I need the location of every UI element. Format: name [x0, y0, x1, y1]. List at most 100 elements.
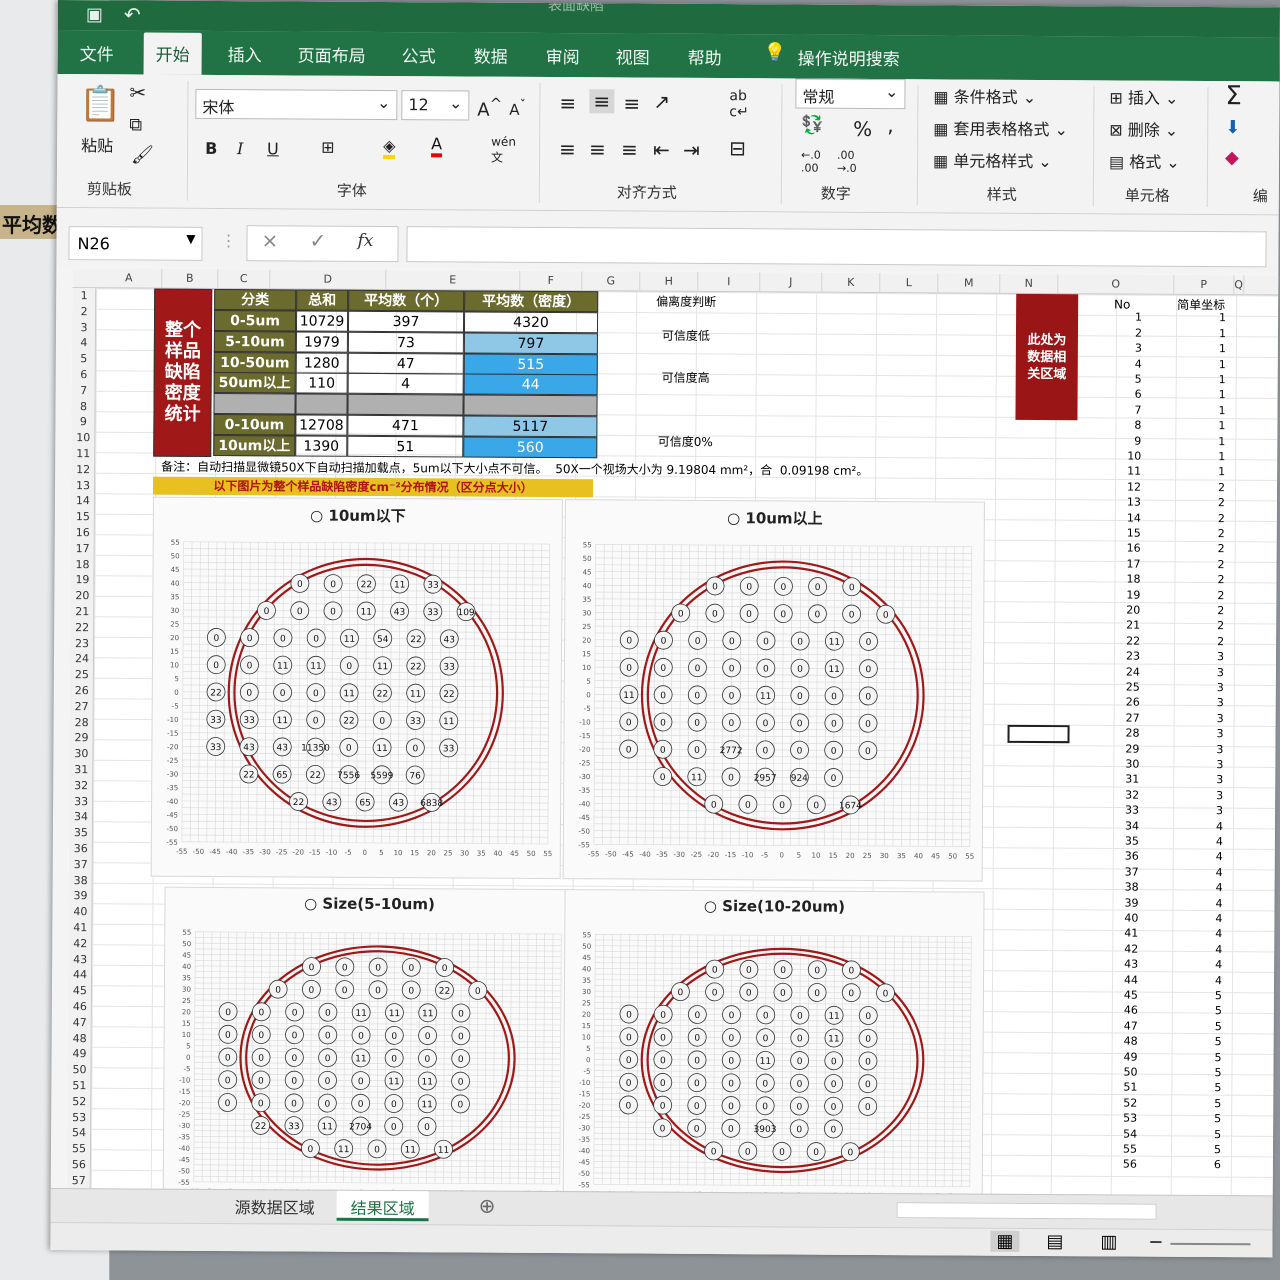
zoom-slider[interactable] [1170, 1242, 1251, 1246]
row-header[interactable]: 29 [69, 730, 93, 745]
column-header-a[interactable]: A [96, 268, 163, 289]
tab-review[interactable]: 审阅 [540, 41, 586, 70]
row-header[interactable]: 13 [71, 478, 95, 493]
row-header[interactable]: 44 [68, 967, 92, 982]
row-header[interactable]: 11 [71, 446, 95, 461]
row-header[interactable]: 19 [70, 572, 94, 587]
row-header[interactable]: 15 [71, 509, 95, 524]
row-header[interactable]: 23 [70, 636, 94, 651]
comma-button[interactable]: , [887, 113, 894, 137]
decrease-indent-icon[interactable]: ⇤ [653, 138, 670, 162]
column-header-q[interactable]: Q [1234, 275, 1245, 296]
row-header[interactable]: 53 [67, 1110, 91, 1125]
format-painter-icon[interactable]: 🖌 [131, 144, 154, 165]
row-header[interactable]: 49 [68, 1046, 92, 1061]
row-header[interactable]: 47 [68, 1015, 92, 1030]
row-header[interactable]: 40 [68, 904, 92, 919]
row-header[interactable]: 17 [71, 541, 95, 556]
cell-styles-button[interactable]: ▦ 单元格样式 ⌄ [933, 147, 1052, 172]
row-header[interactable]: 22 [70, 620, 94, 635]
copy-icon[interactable]: ⧉ [129, 114, 142, 135]
row-header[interactable]: 35 [69, 825, 93, 840]
row-header[interactable]: 39 [68, 888, 92, 903]
row-header[interactable]: 20 [70, 588, 94, 603]
cancel-button[interactable]: × [261, 228, 278, 252]
number-format-select[interactable]: 常规 ⌄ [795, 78, 906, 110]
paste-button[interactable]: 粘贴 [81, 132, 113, 156]
paste-icon[interactable]: 📋 [79, 84, 122, 124]
page-layout-view-icon[interactable]: ▤ [1046, 1231, 1063, 1252]
column-header-h[interactable]: H [640, 271, 699, 292]
tab-page-layout[interactable]: 页面布局 [292, 39, 372, 68]
font-name-select[interactable]: 宋体 ⌄ [195, 88, 398, 121]
bold-button[interactable]: B [205, 139, 217, 158]
row-header[interactable]: 33 [69, 794, 93, 809]
underline-button[interactable]: U [267, 139, 279, 158]
column-header-d[interactable]: D [270, 269, 387, 291]
add-sheet-icon[interactable]: ⊕ [479, 1194, 496, 1218]
tab-insert[interactable]: 插入 [222, 39, 268, 68]
tab-formulas[interactable]: 公式 [396, 40, 442, 69]
row-header[interactable]: 38 [69, 873, 93, 888]
horizontal-scrollbar[interactable] [896, 1202, 1157, 1220]
fill-down-icon[interactable]: ⬇ [1225, 117, 1240, 138]
page-break-view-icon[interactable]: ▥ [1100, 1231, 1117, 1252]
shrink-font-icon[interactable]: Aˇ [509, 97, 526, 119]
row-header[interactable]: 5 [72, 351, 96, 366]
row-header[interactable]: 30 [69, 746, 93, 761]
row-header[interactable]: 41 [68, 920, 92, 935]
row-header[interactable]: 42 [68, 936, 92, 951]
column-header-i[interactable]: I [698, 271, 761, 293]
row-header[interactable]: 3 [72, 320, 96, 335]
row-header[interactable]: 34 [69, 809, 93, 824]
tab-help[interactable]: 帮助 [682, 42, 728, 71]
worksheet-grid[interactable]: ABCDEFGHIJKLMNOPQ 1 2 3 4 5 6 7 8 9 10 11 12 13 14 15 1… [66, 268, 1279, 1196]
column-header-b[interactable]: B [162, 268, 219, 289]
column-header-f[interactable]: F [520, 270, 583, 292]
row-header[interactable]: 55 [67, 1141, 91, 1156]
sheet-tab-result[interactable]: 结果区域 [336, 1190, 429, 1222]
zoom-out-icon[interactable]: − [1148, 1232, 1163, 1253]
column-header-o[interactable]: O [1058, 274, 1175, 295]
conditional-format-button[interactable]: ▦ 条件格式 ⌄ [933, 83, 1036, 108]
align-middle-icon[interactable]: ≡ [589, 89, 615, 114]
row-header[interactable]: 56 [67, 1157, 91, 1172]
fill-color-icon[interactable]: ◈ [383, 135, 396, 160]
insert-function-button[interactable]: fx [357, 231, 373, 251]
format-cells-button[interactable]: ▤ 格式 ⌄ [1109, 148, 1180, 172]
selected-cell-n26[interactable] [1007, 724, 1070, 744]
merge-center-icon[interactable]: ⊟ [729, 136, 746, 160]
phonetic-icon[interactable]: wén 文 [491, 135, 516, 166]
row-header[interactable]: 26 [70, 683, 94, 698]
column-header-g[interactable]: G [582, 271, 641, 292]
save-icon[interactable]: ▣ [86, 4, 103, 25]
formula-input[interactable] [406, 226, 1267, 268]
cell-area[interactable]: 整个样品缺陷密度统计 分类 总和 平均数（个） 平均数（密度） 0-5um 10729 39… [90, 288, 1279, 1196]
percent-button[interactable]: % [853, 117, 872, 141]
accounting-format-icon[interactable]: 💱 [801, 115, 824, 136]
wafer-map-chart[interactable]: ○ 10um以上 -55 -55 -50 -50 -45 -45 -40 -40 -35 -35 -3… [562, 499, 985, 882]
increase-indent-icon[interactable]: ⇥ [683, 138, 700, 162]
row-header[interactable]: 31 [69, 762, 93, 777]
sheet-tab-source[interactable]: 源数据区域 [221, 1190, 329, 1221]
align-left-icon[interactable]: ≡ [559, 137, 576, 161]
row-header[interactable]: 2 [72, 304, 96, 319]
row-header[interactable]: 32 [69, 778, 93, 793]
cut-icon[interactable]: ✂ [129, 80, 146, 104]
insert-cells-button[interactable]: ⊞ 插入 ⌄ [1109, 84, 1178, 108]
row-header[interactable]: 16 [71, 525, 95, 540]
row-header[interactable]: 43 [68, 952, 92, 967]
decrease-decimal-icon[interactable]: .00 →.0 [837, 149, 857, 175]
row-header[interactable]: 28 [70, 715, 94, 730]
row-header[interactable]: 14 [71, 493, 95, 508]
row-header[interactable]: 4 [72, 335, 96, 350]
row-header[interactable]: 52 [67, 1094, 91, 1109]
tab-view[interactable]: 视图 [610, 41, 656, 70]
row-header[interactable]: 10 [71, 430, 95, 445]
border-icon[interactable]: ⊞ [321, 138, 335, 157]
undo-icon[interactable]: ↶ [124, 2, 141, 26]
italic-button[interactable]: I [237, 139, 243, 158]
lightbulb-icon[interactable]: 💡 [764, 42, 787, 63]
increase-decimal-icon[interactable]: ←.0.00 [801, 149, 821, 175]
grow-font-icon[interactable]: A^ [477, 95, 502, 121]
